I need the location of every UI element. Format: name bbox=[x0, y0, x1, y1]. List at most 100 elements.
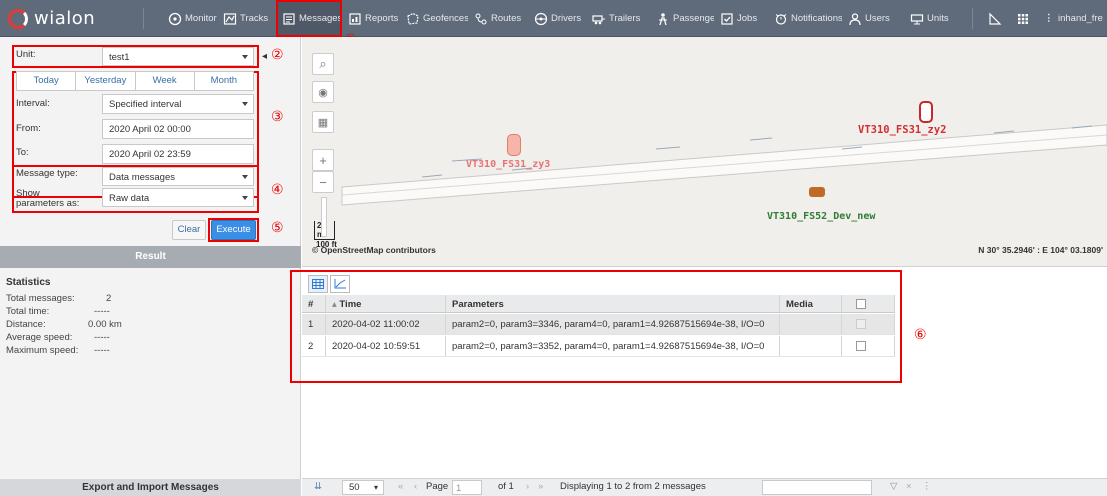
table-row[interactable]: 2 2020-04-02 10:59:51 param2=0, param3=3… bbox=[302, 336, 895, 357]
stat-key: Distance: bbox=[6, 319, 46, 330]
nav-item-trailers[interactable]: Trailers bbox=[588, 0, 648, 37]
nav-label: Units bbox=[927, 13, 949, 24]
arrow-icon: ◂ bbox=[262, 51, 268, 62]
page-size-select[interactable]: 50 ▾ bbox=[342, 480, 384, 495]
annotation-4: ④ bbox=[271, 182, 284, 198]
nav-item-geofences[interactable]: Geofences bbox=[402, 0, 468, 37]
page-size-value: 50 bbox=[349, 482, 360, 493]
message-type-select[interactable]: Data messages bbox=[102, 167, 254, 186]
last-page-icon[interactable]: » bbox=[538, 481, 543, 492]
next-page-icon[interactable]: › bbox=[526, 481, 529, 492]
nav-item-users[interactable]: Users bbox=[844, 0, 902, 37]
chevron-down-icon bbox=[242, 102, 248, 106]
chevron-down-icon bbox=[242, 55, 248, 59]
map-unit-label[interactable]: VT310_FS52_Dev_new bbox=[767, 211, 875, 222]
show-params-select[interactable]: Raw data bbox=[102, 188, 254, 207]
column-header-parameters[interactable]: Parameters bbox=[446, 295, 780, 312]
map-unit-label[interactable]: VT310_FS31_zy2 bbox=[858, 124, 947, 136]
export-import-button[interactable]: Export and Import Messages bbox=[0, 479, 301, 496]
map-search-button[interactable]: ⌕ bbox=[312, 53, 334, 75]
interval-select[interactable]: Specified interval bbox=[102, 94, 254, 114]
messages-grid-panel: # ▴ Time Parameters Media 1 2020-04-02 1… bbox=[290, 266, 1107, 478]
execute-button[interactable]: Execute bbox=[211, 220, 256, 240]
tab-yesterday[interactable]: Yesterday bbox=[76, 72, 136, 90]
statistics-title: Statistics bbox=[6, 277, 51, 288]
row-checkbox[interactable] bbox=[856, 319, 866, 329]
first-page-icon[interactable]: « bbox=[398, 481, 403, 492]
to-date-input[interactable]: 2020 April 02 23:59 bbox=[102, 144, 254, 164]
map-view[interactable]: VT310_FS31_zy3 VT310_FS31_zy2 VT310_FS52… bbox=[302, 37, 1107, 266]
sort-icon[interactable]: ⇊ bbox=[314, 481, 322, 492]
logo-icon bbox=[8, 8, 28, 29]
car-icon[interactable] bbox=[507, 134, 521, 156]
from-label: From: bbox=[16, 123, 41, 134]
map-canvas bbox=[341, 124, 1107, 206]
map-layers-button[interactable]: ▦ bbox=[312, 111, 334, 133]
grid-toolbar bbox=[302, 275, 350, 295]
from-date-input[interactable]: 2020 April 02 00:00 bbox=[102, 119, 254, 139]
chart-view-button[interactable] bbox=[330, 275, 350, 293]
tab-today[interactable]: Today bbox=[17, 72, 77, 90]
nav-item-monitor[interactable]: Monitor bbox=[164, 0, 218, 37]
map-tools: ⌕ ◉ ▦ + − bbox=[302, 37, 340, 266]
more-menu-icon[interactable]: ⋮ bbox=[1040, 0, 1052, 37]
to-date-value: 2020 April 02 23:59 bbox=[109, 149, 191, 160]
annotation-5: ⑤ bbox=[271, 220, 284, 236]
zoom-slider[interactable] bbox=[321, 197, 327, 237]
prev-page-icon[interactable]: ‹ bbox=[414, 481, 417, 492]
jobs-icon bbox=[721, 12, 733, 25]
more-options-icon[interactable]: ⋮ bbox=[922, 481, 932, 492]
reports-icon bbox=[349, 12, 361, 25]
tools-button[interactable] bbox=[984, 0, 1008, 37]
table-view-button[interactable] bbox=[308, 275, 328, 293]
row-time: 2020-04-02 10:59:51 bbox=[326, 336, 446, 356]
filter-input[interactable] bbox=[762, 480, 872, 495]
nav-item-drivers[interactable]: Drivers bbox=[530, 0, 586, 37]
clear-filter-icon[interactable]: × bbox=[906, 481, 912, 492]
select-all-checkbox[interactable] bbox=[856, 299, 866, 309]
map-unit-label[interactable]: VT310_FS31_zy3 bbox=[466, 159, 550, 170]
period-tabs: Today Yesterday Week Month bbox=[16, 71, 254, 91]
table-row[interactable]: 1 2020-04-02 11:00:02 param2=0, param3=3… bbox=[302, 314, 895, 335]
apps-grid-icon bbox=[1018, 13, 1028, 24]
row-checkbox[interactable] bbox=[856, 341, 866, 351]
tab-week[interactable]: Week bbox=[136, 72, 195, 90]
nav-item-units[interactable]: Units bbox=[906, 0, 964, 37]
page-number-input[interactable]: 1 bbox=[452, 480, 482, 495]
show-params-label: Show parameters as: bbox=[16, 189, 79, 209]
apps-button[interactable] bbox=[1012, 0, 1036, 37]
row-number: 2 bbox=[302, 336, 326, 356]
map-visibility-button[interactable]: ◉ bbox=[312, 81, 334, 103]
tab-month[interactable]: Month bbox=[195, 72, 253, 90]
annotation-3: ③ bbox=[271, 109, 284, 125]
zoom-out-button[interactable]: − bbox=[312, 171, 334, 193]
clear-button[interactable]: Clear bbox=[172, 220, 206, 240]
nav-item-messages[interactable]: Messages bbox=[276, 0, 342, 37]
nav-item-passengers[interactable]: Passengers bbox=[652, 0, 714, 37]
nav-item-tracks[interactable]: Tracks bbox=[219, 0, 273, 37]
stat-value: 0.00 km bbox=[88, 319, 122, 330]
annotation-2: ② bbox=[271, 47, 284, 63]
zoom-in-button[interactable]: + bbox=[312, 149, 334, 171]
stat-row: Maximum speed: ----- bbox=[6, 345, 296, 358]
wialon-logo[interactable]: wialon bbox=[8, 0, 95, 37]
stat-row: Total messages: 2 bbox=[6, 293, 296, 306]
messages-icon bbox=[283, 12, 295, 25]
chevron-down-icon: ▾ bbox=[373, 483, 378, 492]
user-menu[interactable]: inhand_fre bbox=[1054, 0, 1107, 37]
displaying-status: Displaying 1 to 2 from 2 messages bbox=[560, 481, 706, 492]
nav-item-jobs[interactable]: Jobs bbox=[716, 0, 764, 37]
column-header-time[interactable]: ▴ Time bbox=[326, 295, 446, 312]
message-type-label: Message type: bbox=[16, 168, 78, 179]
nav-divider bbox=[143, 8, 144, 29]
unit-select[interactable]: test1 bbox=[102, 47, 254, 66]
column-header-media[interactable]: Media bbox=[780, 295, 842, 312]
nav-item-notifications[interactable]: Notifications bbox=[770, 0, 842, 37]
car-icon[interactable] bbox=[919, 101, 933, 123]
nav-item-routes[interactable]: Routes bbox=[470, 0, 526, 37]
top-navigation-bar: wialon Monitor Tracks Messages Reports G… bbox=[0, 0, 1107, 37]
row-select-cell bbox=[842, 336, 895, 356]
row-parameters: param2=0, param3=3346, param4=0, param1=… bbox=[446, 314, 780, 334]
filter-icon[interactable]: ▽ bbox=[890, 481, 897, 492]
car-icon[interactable] bbox=[809, 187, 825, 197]
